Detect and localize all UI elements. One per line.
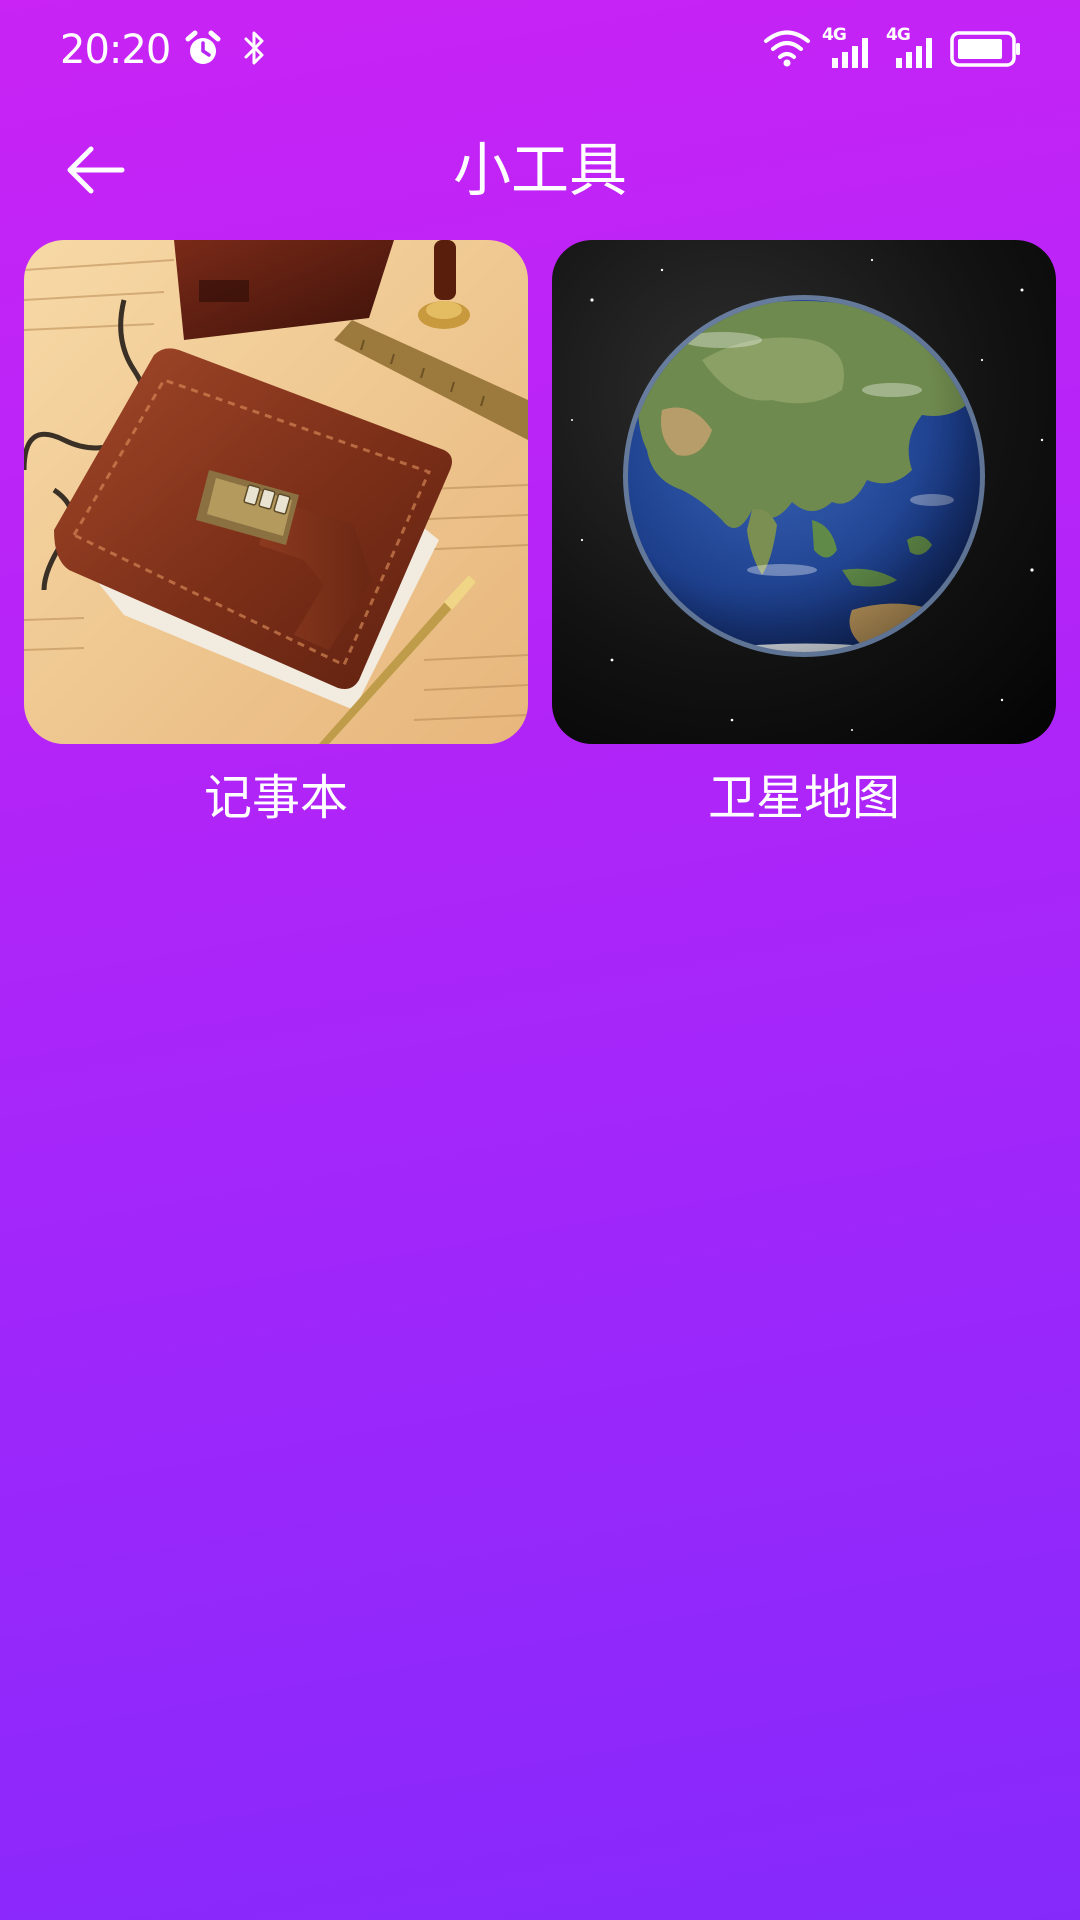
battery-icon: [950, 31, 1020, 67]
page-title: 小工具: [452, 136, 627, 204]
notebook-image[interactable]: [24, 240, 528, 744]
back-button[interactable]: [50, 130, 140, 210]
tool-label-notebook: 记事本: [203, 770, 348, 826]
back-arrow-icon: [67, 146, 125, 194]
signal-strength-icon: 4G: [822, 26, 878, 68]
alarm-icon: [185, 30, 221, 64]
signal-strength-icon: 4G: [886, 26, 942, 68]
tool-card-notebook[interactable]: 记事本: [24, 240, 528, 830]
bluetooth-icon: [244, 31, 264, 65]
header: 小工具: [0, 120, 1080, 220]
wifi-icon: [764, 30, 810, 67]
satellite-earth-image[interactable]: [552, 240, 1056, 744]
tool-card-satellite-map[interactable]: 卫星地图: [552, 240, 1056, 830]
status-bar: 20:20 4G 4G: [0, 0, 1080, 100]
status-time: 20:20: [60, 27, 171, 73]
tool-label-satellite-map: 卫星地图: [707, 770, 900, 826]
